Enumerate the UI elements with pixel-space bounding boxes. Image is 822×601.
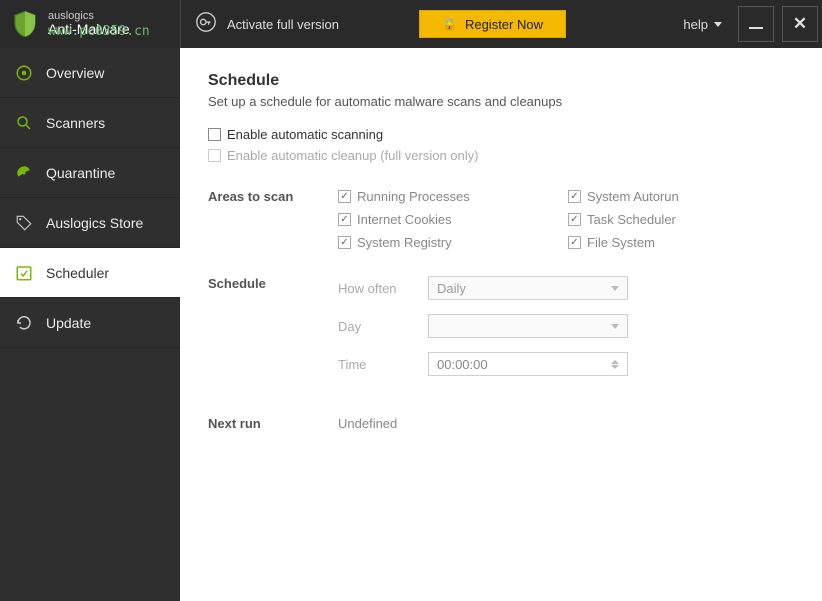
area-label: Running Processes [357, 189, 470, 204]
content-area: Schedule Set up a schedule for automatic… [180, 48, 822, 601]
register-now-button[interactable]: 🔒 Register Now [419, 10, 566, 38]
area-label: Internet Cookies [357, 212, 452, 227]
search-icon [14, 113, 34, 133]
sidebar-item-label: Quarantine [46, 165, 115, 181]
chevron-down-icon [611, 365, 619, 369]
enable-auto-scan-row: Enable automatic scanning [208, 127, 794, 142]
day-label: Day [338, 319, 428, 334]
day-select[interactable] [428, 314, 628, 338]
sidebar-item-store[interactable]: Auslogics Store [0, 198, 180, 248]
day-row: Day [338, 314, 794, 338]
how-often-value: Daily [437, 281, 466, 296]
enable-auto-cleanup-row: Enable automatic cleanup (full version o… [208, 148, 794, 163]
sidebar-item-label: Scheduler [46, 265, 109, 281]
sidebar-item-quarantine[interactable]: Quarantine [0, 148, 180, 198]
shield-icon [10, 9, 40, 39]
how-often-select[interactable]: Daily [428, 276, 628, 300]
next-run-value: Undefined [338, 416, 794, 431]
area-file-system-checkbox[interactable] [568, 236, 581, 249]
activate-label: Activate full version [227, 17, 339, 32]
schedule-section: Schedule How often Daily Day [208, 276, 794, 390]
target-icon [14, 63, 34, 83]
how-often-row: How often Daily [338, 276, 794, 300]
sidebar: Overview Scanners Quarantine Auslogics S… [0, 48, 180, 601]
area-task-scheduler: Task Scheduler [568, 212, 768, 227]
chevron-up-icon [611, 360, 619, 364]
next-run-label: Next run [208, 416, 338, 431]
area-label: System Registry [357, 235, 452, 250]
titlebar: auslogics Anti-Malware Activate full ver… [0, 0, 822, 48]
time-row: Time 00:00:00 [338, 352, 794, 376]
key-icon [195, 11, 217, 38]
area-system-registry: System Registry [338, 235, 538, 250]
activate-area: Activate full version 🔒 Register Now [180, 0, 580, 48]
minimize-button[interactable] [738, 6, 774, 42]
sidebar-item-label: Scanners [46, 115, 105, 131]
time-label: Time [338, 357, 428, 372]
register-label: Register Now [465, 17, 543, 32]
schedule-label: Schedule [208, 276, 338, 390]
app-title: auslogics Anti-Malware [48, 10, 130, 37]
area-label: Task Scheduler [587, 212, 676, 227]
area-system-registry-checkbox[interactable] [338, 236, 351, 249]
sidebar-item-overview[interactable]: Overview [0, 48, 180, 98]
calendar-check-icon [14, 263, 34, 283]
page-subtitle: Set up a schedule for automatic malware … [208, 94, 794, 109]
refresh-icon [14, 313, 34, 333]
sidebar-item-scheduler[interactable]: Scheduler [0, 248, 180, 298]
enable-auto-scan-label: Enable automatic scanning [227, 127, 383, 142]
chevron-down-icon [714, 22, 722, 27]
brand-name: Anti-Malware [48, 22, 130, 37]
enable-auto-cleanup-checkbox [208, 149, 221, 162]
sidebar-item-scanners[interactable]: Scanners [0, 98, 180, 148]
time-spinner[interactable] [611, 360, 619, 369]
radiation-icon [14, 163, 34, 183]
area-system-autorun-checkbox[interactable] [568, 190, 581, 203]
tag-icon [14, 213, 34, 233]
area-file-system: File System [568, 235, 768, 250]
sidebar-item-update[interactable]: Update [0, 298, 180, 348]
area-label: System Autorun [587, 189, 679, 204]
area-task-scheduler-checkbox[interactable] [568, 213, 581, 226]
area-system-autorun: System Autorun [568, 189, 768, 204]
app-logo-area: auslogics Anti-Malware [0, 0, 180, 48]
next-run-section: Next run Undefined [208, 416, 794, 431]
close-button[interactable]: ✕ [782, 6, 818, 42]
areas-label: Areas to scan [208, 189, 338, 250]
time-input[interactable]: 00:00:00 [428, 352, 628, 376]
sidebar-item-label: Overview [46, 65, 104, 81]
area-internet-cookies: Internet Cookies [338, 212, 538, 227]
areas-section: Areas to scan Running Processes System A… [208, 189, 794, 250]
time-value: 00:00:00 [437, 357, 488, 372]
enable-auto-cleanup-label: Enable automatic cleanup (full version o… [227, 148, 478, 163]
area-running-processes-checkbox[interactable] [338, 190, 351, 203]
help-dropdown[interactable]: help [671, 0, 734, 48]
area-running-processes: Running Processes [338, 189, 538, 204]
sidebar-item-label: Update [46, 315, 91, 331]
page-title: Schedule [208, 72, 794, 90]
lock-icon: 🔒 [442, 17, 457, 31]
help-label: help [683, 17, 708, 32]
chevron-down-icon [611, 324, 619, 329]
area-internet-cookies-checkbox[interactable] [338, 213, 351, 226]
chevron-down-icon [611, 286, 619, 291]
area-label: File System [587, 235, 655, 250]
how-often-label: How often [338, 281, 428, 296]
enable-auto-scan-checkbox[interactable] [208, 128, 221, 141]
sidebar-item-label: Auslogics Store [46, 215, 143, 231]
